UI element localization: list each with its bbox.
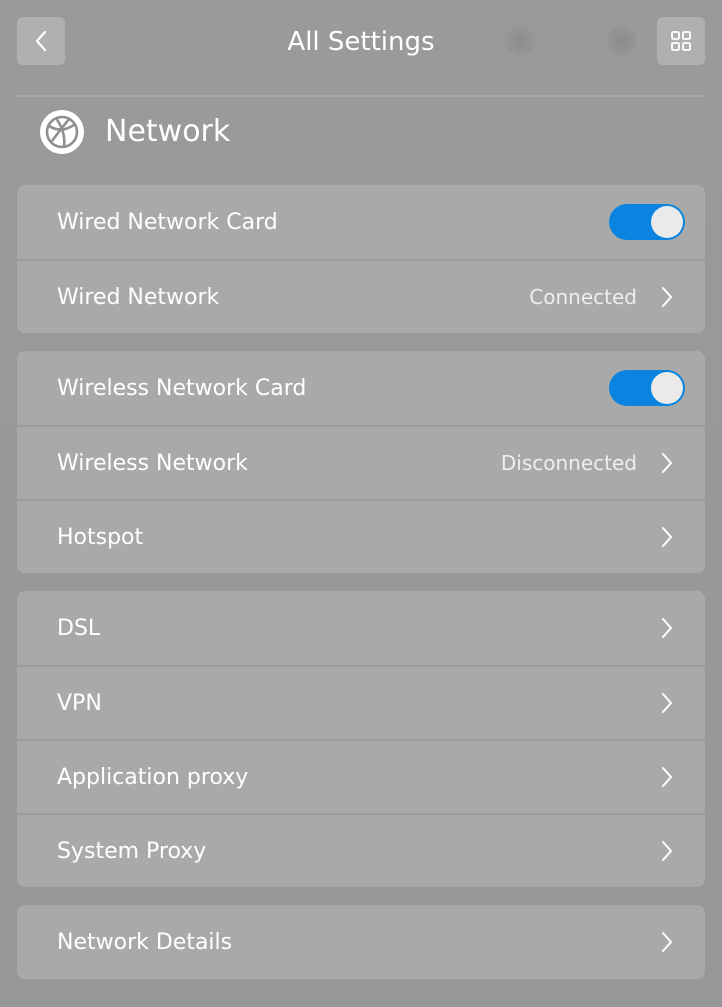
chevron-right-icon [659,839,675,863]
row-label: Wired Network Card [57,209,278,235]
details-group: Network Details [17,905,705,979]
application-proxy-row[interactable]: Application proxy [17,739,705,813]
row-label: VPN [57,690,102,716]
wired-group: Wired Network Card Wired Network Connect… [17,185,705,333]
chevron-right-icon [659,616,675,640]
row-label: Wireless Network [57,450,248,476]
toggle-knob [651,206,683,238]
wireless-card-row: Wireless Network Card [17,351,705,425]
connections-group: DSL VPN Application proxy System Proxy [17,591,705,887]
wired-card-row: Wired Network Card [17,185,705,259]
wired-card-toggle[interactable] [609,204,685,240]
vpn-row[interactable]: VPN [17,665,705,739]
wireless-network-row[interactable]: Wireless Network Disconnected [17,425,705,499]
grid-menu-button[interactable] [657,17,705,65]
hotspot-row[interactable]: Hotspot [17,499,705,573]
wired-network-row[interactable]: Wired Network Connected [17,259,705,333]
blurred-decoration [607,26,637,56]
row-label: System Proxy [57,838,207,864]
status-text: Connected [529,285,637,309]
wireless-card-toggle[interactable] [609,370,685,406]
row-label: Hotspot [57,524,144,550]
grid-icon [671,31,691,51]
row-label: Application proxy [57,764,249,790]
chevron-right-icon [659,451,675,475]
wireless-group: Wireless Network Card Wireless Network D… [17,351,705,573]
divider [17,95,705,97]
chevron-right-icon [659,285,675,309]
network-details-row[interactable]: Network Details [17,905,705,979]
row-label: Wired Network [57,284,220,310]
chevron-right-icon [659,691,675,715]
blurred-decoration [505,26,535,56]
section-header: Network [40,109,230,155]
chevron-right-icon [659,765,675,789]
row-label: Wireless Network Card [57,375,307,401]
dsl-row[interactable]: DSL [17,591,705,665]
row-label: Network Details [57,929,233,955]
system-proxy-row[interactable]: System Proxy [17,813,705,887]
globe-icon [40,110,84,154]
status-text: Disconnected [500,451,637,475]
chevron-right-icon [659,930,675,954]
chevron-right-icon [659,525,675,549]
settings-window: All Settings Network Wired Network Card … [0,0,722,1007]
toggle-knob [651,372,683,404]
titlebar: All Settings [0,0,722,88]
row-label: DSL [57,615,101,641]
section-title: Network [105,114,231,149]
